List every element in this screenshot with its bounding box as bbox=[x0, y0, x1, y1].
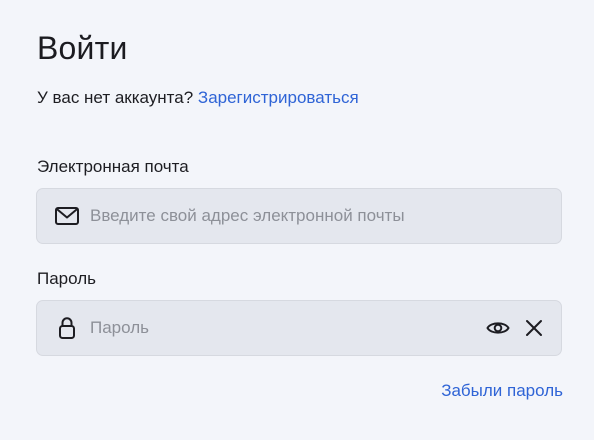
close-icon[interactable] bbox=[521, 315, 547, 341]
email-input[interactable] bbox=[90, 189, 470, 243]
signup-link[interactable]: Зарегистрироваться bbox=[198, 88, 359, 107]
login-form: Войти У вас нет аккаунта? Зарегистрирова… bbox=[0, 0, 594, 440]
eye-icon[interactable] bbox=[485, 315, 511, 341]
email-field-container[interactable] bbox=[36, 188, 562, 244]
signup-prompt: У вас нет аккаунта? Зарегистрироваться bbox=[37, 86, 359, 110]
mail-icon bbox=[54, 204, 80, 228]
email-label: Электронная почта bbox=[37, 157, 189, 176]
password-label: Пароль bbox=[37, 269, 96, 288]
password-input[interactable] bbox=[90, 301, 470, 355]
no-account-text: У вас нет аккаунта? bbox=[37, 88, 194, 107]
lock-icon bbox=[54, 316, 80, 340]
page-title: Войти bbox=[37, 30, 128, 66]
forgot-password-link[interactable]: Забыли пароль bbox=[441, 379, 563, 403]
password-field-container[interactable] bbox=[36, 300, 562, 356]
